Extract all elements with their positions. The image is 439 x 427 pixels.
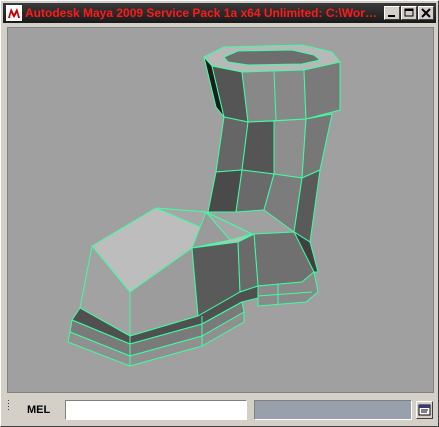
maya-app-icon[interactable] [6, 5, 22, 21]
drag-grip-icon[interactable] [5, 398, 13, 420]
mel-label: MEL [27, 404, 51, 416]
maximize-icon [404, 8, 414, 17]
script-editor-button[interactable] [416, 401, 433, 419]
window-title: Autodesk Maya 2009 Service Pack 1a x64 U… [25, 6, 380, 20]
mel-command-input[interactable] [65, 400, 247, 420]
command-line-bar: MEL [3, 397, 436, 423]
minimize-button[interactable] [384, 6, 400, 20]
script-editor-icon [418, 404, 431, 416]
viewport-panel[interactable] [7, 27, 434, 393]
command-result-field [254, 400, 412, 420]
close-icon [421, 8, 431, 18]
maximize-button[interactable] [401, 6, 417, 20]
boot-mesh[interactable] [8, 28, 433, 392]
minimize-icon [388, 15, 395, 17]
title-bar[interactable]: Autodesk Maya 2009 Service Pack 1a x64 U… [3, 3, 436, 23]
maya-window: Autodesk Maya 2009 Service Pack 1a x64 U… [0, 0, 439, 427]
close-button[interactable] [418, 6, 434, 20]
